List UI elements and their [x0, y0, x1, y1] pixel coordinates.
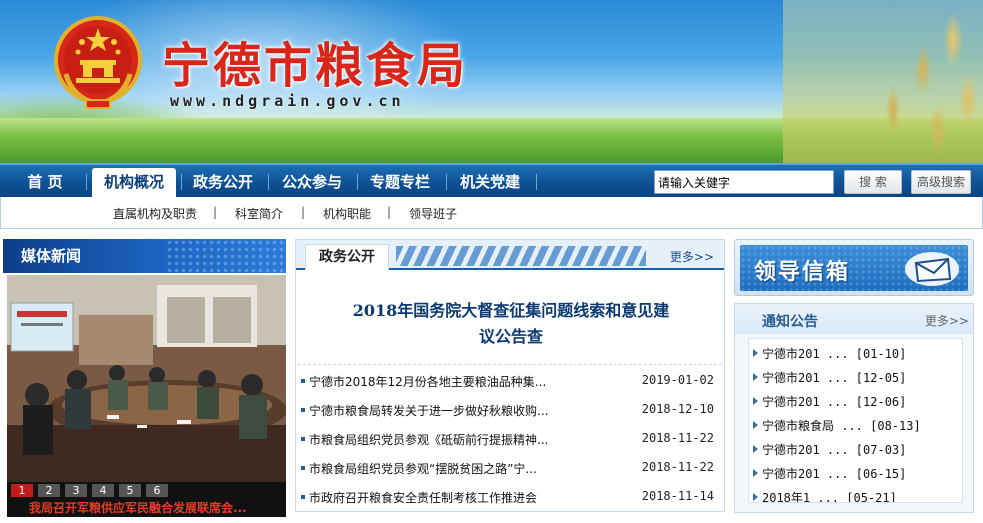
nav-divider: [536, 174, 537, 190]
main-nav: 首 页 机构概况 政务公开 公众参与 专题专栏 机关党建 搜 索 高级搜索: [0, 163, 983, 199]
leader-mailbox-label: 领导信箱: [754, 260, 851, 285]
list-item[interactable]: 宁德市粮食局转发关于进一步做好秋粮收购... 2018-12-10: [300, 400, 720, 420]
headline-link[interactable]: 2018年国务院大督查征集问题线索和意见建 议公告查: [326, 298, 696, 350]
list-item-title[interactable]: 宁德市粮食局转发关于进一步做好秋粮收购...: [309, 402, 548, 419]
nav-divider: [268, 174, 269, 190]
bullet-icon: [301, 379, 305, 383]
bullet-icon: [301, 408, 305, 412]
slide-5-button[interactable]: 5: [119, 484, 141, 497]
sub-nav: 直属机构及职责 | 科室简介 | 机构职能 | 领导班子: [0, 197, 983, 229]
triangle-right-icon: [753, 373, 758, 381]
slide-4-button[interactable]: 4: [92, 484, 114, 497]
media-news-title: 媒体新闻: [21, 247, 82, 265]
list-item[interactable]: 宁德市2018年12月份各地主要粮油品种集... 2019-01-02: [300, 371, 720, 391]
media-news-panel: 媒体新闻 1 2 3 4 5 6 我局召开军粮供应军民融合发展联席会...: [3, 239, 286, 519]
notice-item[interactable]: 宁德市201 ... [12-06]: [753, 391, 958, 411]
list-item-date: 2018-11-22: [641, 460, 714, 474]
notices-panel: 通知公告 更多>> 宁德市201 ... [01-10] 宁德市201 ... …: [734, 303, 974, 513]
subnav-departments[interactable]: 科室简介: [235, 205, 283, 222]
triangle-right-icon: [753, 469, 758, 477]
list-item-title[interactable]: 市粮食局组织党员参观“摆脱贫困之路”宁...: [309, 460, 537, 477]
list-item[interactable]: 市政府召开粮食安全责任制考核工作推进会 2018-11-14: [300, 487, 720, 507]
nav-home[interactable]: 首 页: [10, 168, 80, 196]
search-input[interactable]: [654, 170, 834, 194]
government-affairs-panel: 政务公开 更多>> 2018年国务院大督查征集问题线索和意见建 议公告查 宁德市…: [295, 239, 725, 512]
notices-list: 宁德市201 ... [01-10] 宁德市201 ... [12-05] 宁德…: [748, 338, 963, 503]
notice-item-text[interactable]: 宁德市粮食局 ... [08-13]: [762, 417, 921, 434]
slide-1-button[interactable]: 1: [11, 484, 33, 497]
nav-divider: [86, 174, 87, 190]
list-item[interactable]: 市粮食局组织党员参观“摆脱贫困之路”宁... 2018-11-22: [300, 458, 720, 478]
subnav-affiliated-agencies[interactable]: 直属机构及职责: [113, 205, 197, 222]
triangle-right-icon: [753, 397, 758, 405]
bullet-icon: [301, 466, 305, 470]
triangle-right-icon: [753, 421, 758, 429]
nav-organization[interactable]: 机构概况: [92, 168, 176, 199]
triangle-right-icon: [753, 493, 758, 501]
notice-item-text[interactable]: 2018年1 ... [05-21]: [762, 489, 897, 502]
site-url: www.ndgrain.gov.cn: [170, 92, 405, 110]
slide-2-button[interactable]: 2: [38, 484, 60, 497]
government-affairs-more-link[interactable]: 更多>>: [670, 248, 714, 265]
notice-item[interactable]: 宁德市粮食局 ... [08-13]: [753, 415, 958, 435]
nav-divider: [181, 174, 182, 190]
list-item-title[interactable]: 宁德市2018年12月份各地主要粮油品种集...: [309, 373, 546, 390]
notices-header: 通知公告 更多>>: [735, 304, 973, 334]
advanced-search-button[interactable]: 高级搜索: [911, 170, 971, 194]
notice-item[interactable]: 宁德市201 ... [06-15]: [753, 463, 958, 483]
subnav-functions[interactable]: 机构职能: [323, 205, 371, 222]
notice-item-text[interactable]: 宁德市201 ... [06-15]: [762, 465, 906, 482]
search-button[interactable]: 搜 索: [844, 170, 902, 194]
nav-divider: [446, 174, 447, 190]
subnav-separator: |: [301, 205, 306, 219]
header-stripes: [396, 246, 646, 266]
triangle-right-icon: [753, 349, 758, 357]
subnav-leadership[interactable]: 领导班子: [409, 205, 457, 222]
banner-grain-image: [783, 0, 983, 163]
slide-indicator-bar: 1 2 3 4 5 6: [7, 482, 286, 499]
slide-caption[interactable]: 我局召开军粮供应军民融合发展联席会...: [7, 499, 286, 517]
list-item-date: 2018-12-10: [641, 402, 714, 416]
notices-more-link[interactable]: 更多>>: [925, 312, 969, 329]
subnav-separator: |: [387, 205, 392, 219]
news-photo[interactable]: [7, 275, 286, 482]
list-item-date: 2018-11-14: [641, 489, 714, 503]
nav-divider: [357, 174, 358, 190]
list-item[interactable]: 市粮食局组织党员参观《砥砺前行提振精神... 2018-11-22: [300, 429, 720, 449]
notice-item[interactable]: 宁德市201 ... [01-10]: [753, 343, 958, 363]
leader-mailbox-button[interactable]: 领导信箱: [734, 239, 974, 296]
site-title: 宁德市粮食局: [162, 38, 469, 94]
list-item-date: 2018-11-22: [641, 431, 714, 445]
government-affairs-header: 政务公开 更多>>: [296, 240, 724, 270]
list-item-date: 2019-01-02: [641, 373, 714, 387]
subnav-separator: |: [213, 205, 218, 219]
headline-line-1: 2018年国务院大督查征集问题线索和意见建: [352, 301, 670, 320]
notice-item-text[interactable]: 宁德市201 ... [12-06]: [762, 393, 906, 410]
nav-public-participation[interactable]: 公众参与: [272, 168, 352, 196]
tab-government-affairs[interactable]: 政务公开: [305, 244, 389, 270]
national-emblem-icon: [54, 16, 142, 109]
envelope-icon: [905, 252, 959, 286]
divider: [298, 364, 722, 365]
notice-item-text[interactable]: 宁德市201 ... [07-03]: [762, 441, 906, 458]
notice-item-text[interactable]: 宁德市201 ... [01-10]: [762, 345, 906, 362]
nav-party-building[interactable]: 机关党建: [450, 168, 530, 196]
triangle-right-icon: [753, 445, 758, 453]
list-item-title[interactable]: 市粮食局组织党员参观《砥砺前行提振精神...: [309, 431, 548, 448]
media-news-header: 媒体新闻: [3, 239, 286, 273]
notice-item[interactable]: 2018年1 ... [05-21]: [753, 487, 958, 502]
bullet-icon: [301, 437, 305, 441]
headline-line-2: 议公告查: [478, 327, 543, 346]
notice-item-text[interactable]: 宁德市201 ... [12-05]: [762, 369, 906, 386]
list-item-title[interactable]: 市政府召开粮食安全责任制考核工作推进会: [309, 489, 537, 506]
nav-special-topics[interactable]: 专题专栏: [360, 168, 440, 196]
notice-item[interactable]: 宁德市201 ... [12-05]: [753, 367, 958, 387]
notices-title: 通知公告: [762, 314, 818, 330]
slide-3-button[interactable]: 3: [65, 484, 87, 497]
nav-government-affairs[interactable]: 政务公开: [184, 168, 262, 196]
site-banner: 宁德市粮食局 www.ndgrain.gov.cn: [0, 0, 983, 163]
slide-6-button[interactable]: 6: [146, 484, 168, 497]
notice-item[interactable]: 宁德市201 ... [07-03]: [753, 439, 958, 459]
bullet-icon: [301, 495, 305, 499]
